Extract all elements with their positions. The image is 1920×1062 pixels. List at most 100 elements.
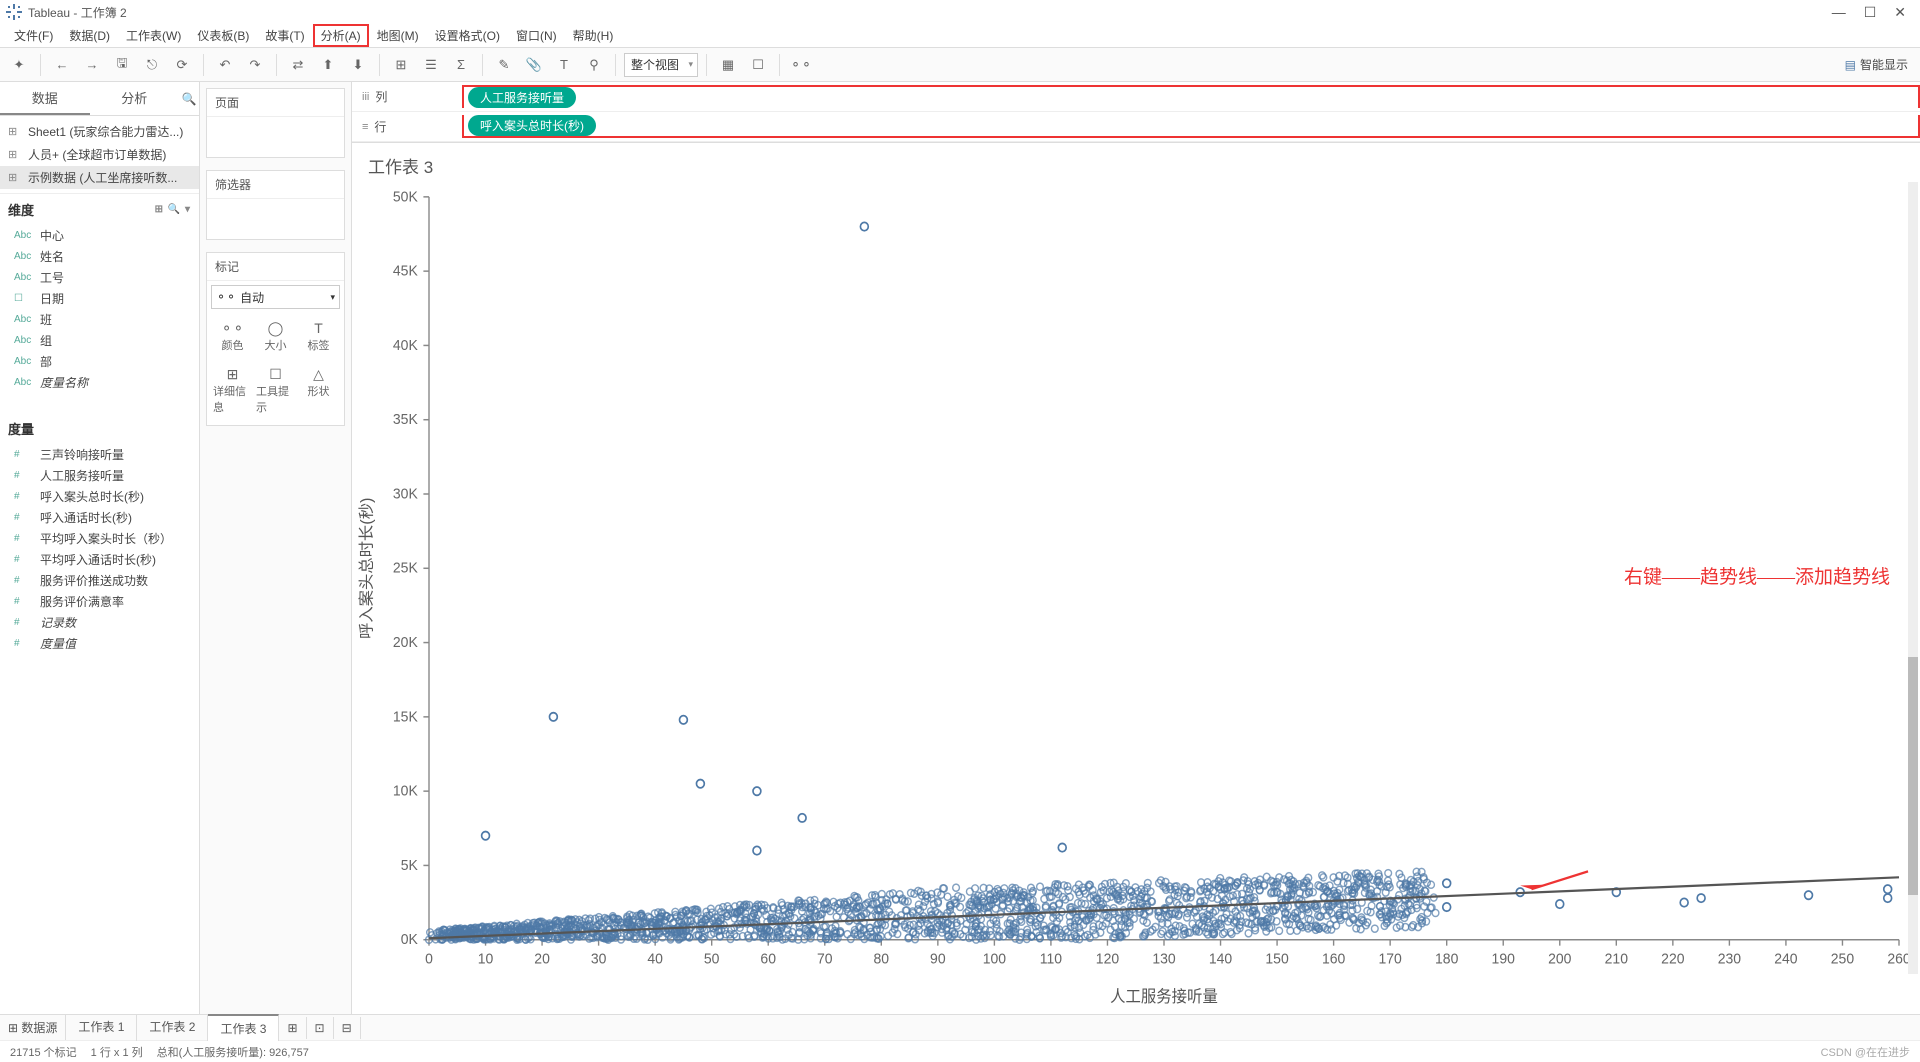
mark-type-combo[interactable]: ⚬⚬ 自动 (211, 285, 340, 309)
field-item[interactable]: #人工服务接听量 (0, 465, 199, 486)
datasource-item[interactable]: ⊞示例数据 (人工坐席接听数... (0, 166, 199, 189)
field-item[interactable]: Abc中心 (0, 225, 199, 246)
refresh-button[interactable]: ⟳ (169, 52, 195, 78)
field-item[interactable]: #服务评价满意率 (0, 591, 199, 612)
svg-text:0: 0 (425, 951, 433, 967)
rows-pill[interactable]: 呼入案头总时长(秒) (468, 115, 596, 136)
svg-text:210: 210 (1605, 951, 1628, 967)
field-item[interactable]: ☐日期 (0, 288, 199, 309)
close-button[interactable]: ✕ (1894, 4, 1906, 21)
mark-icon: △ (313, 365, 324, 383)
back-button[interactable]: ← (49, 52, 75, 78)
sort-asc-button[interactable]: ⬆ (315, 52, 341, 78)
datasource-tab[interactable]: ⊞ 数据源 (0, 1015, 66, 1040)
group-button[interactable]: ⊞ (388, 52, 414, 78)
pen-icon[interactable]: ✎ (491, 52, 517, 78)
new-story-button[interactable]: ⊟ (334, 1017, 361, 1039)
svg-text:45K: 45K (393, 263, 418, 279)
swap-button[interactable]: ⇄ (285, 52, 311, 78)
view-mode-combo[interactable]: 整个视图 (624, 53, 698, 77)
highlight-button[interactable]: ☰ (418, 52, 444, 78)
datasource-item[interactable]: ⊞Sheet1 (玩家综合能力雷达...) (0, 120, 199, 143)
field-type-icon: Abc (14, 335, 34, 346)
redo-button[interactable]: ↷ (242, 52, 268, 78)
field-item[interactable]: #记录数 (0, 612, 199, 633)
field-item[interactable]: #三声铃响接听量 (0, 444, 199, 465)
forward-button[interactable]: → (79, 52, 105, 78)
field-item[interactable]: #呼入通话时长(秒) (0, 507, 199, 528)
dimensions-options-icon[interactable]: ⊞ 🔍 ▾ (155, 204, 191, 215)
field-item[interactable]: Abc组 (0, 330, 199, 351)
viz-title[interactable]: 工作表 3 (352, 143, 1920, 182)
menu-item-4[interactable]: 故事(T) (257, 24, 312, 47)
new-dashboard-button[interactable]: ⊡ (307, 1017, 334, 1039)
field-type-icon: Abc (14, 377, 34, 388)
menu-item-1[interactable]: 数据(D) (61, 24, 118, 47)
sort-desc-button[interactable]: ⬇ (345, 52, 371, 78)
maximize-button[interactable]: ☐ (1864, 4, 1877, 21)
menu-item-2[interactable]: 工作表(W) (118, 24, 189, 47)
svg-text:70: 70 (817, 951, 833, 967)
mark-标签[interactable]: T标签 (297, 313, 340, 359)
mark-工具提示[interactable]: ☐工具提示 (254, 359, 297, 421)
show-me-button[interactable]: ▤ 智能显示 (1845, 56, 1914, 73)
field-item[interactable]: #度量值 (0, 633, 199, 654)
menubar: 文件(F)数据(D)工作表(W)仪表板(B)故事(T)分析(A)地图(M)设置格… (0, 24, 1920, 48)
field-item[interactable]: Abc工号 (0, 267, 199, 288)
new-worksheet-button[interactable]: ⊞ (279, 1017, 306, 1039)
tab-analysis[interactable]: 分析 (90, 82, 180, 115)
menu-item-9[interactable]: 帮助(H) (565, 24, 622, 47)
rows-shelf[interactable]: ≡行 呼入案头总时长(秒) (352, 112, 1920, 142)
field-type-icon: # (14, 638, 34, 649)
search-icon[interactable]: 🔍 (179, 82, 199, 115)
menu-item-8[interactable]: 窗口(N) (508, 24, 565, 47)
tableau-icon[interactable]: ✦ (6, 52, 32, 78)
svg-text:170: 170 (1378, 951, 1401, 967)
show-me-icon: ▤ (1845, 58, 1856, 72)
fixed-icon[interactable]: ⚲ (581, 52, 607, 78)
marks-card: 标记 ⚬⚬ 自动 ⚬⚬颜色◯大小T标签⊞详细信息☐工具提示△形状 (206, 252, 345, 426)
menu-item-6[interactable]: 地图(M) (369, 24, 427, 47)
field-item[interactable]: Abc姓名 (0, 246, 199, 267)
pin-icon[interactable]: 📎 (521, 52, 547, 78)
menu-item-7[interactable]: 设置格式(O) (427, 24, 508, 47)
presentation-button[interactable]: ▦ (715, 52, 741, 78)
chart-canvas[interactable]: 0K5K10K15K20K25K30K35K40K45K50K010203040… (352, 182, 1920, 1014)
mark-大小[interactable]: ◯大小 (254, 313, 297, 359)
sheet-tab[interactable]: 工作表 3 (208, 1014, 279, 1041)
label-icon[interactable]: T (551, 52, 577, 78)
tableau-logo-icon (6, 4, 22, 20)
sheet-tab[interactable]: 工作表 1 (66, 1014, 137, 1041)
vertical-scrollbar[interactable] (1908, 182, 1918, 974)
share-icon[interactable]: ⚬⚬ (788, 52, 814, 78)
columns-pill[interactable]: 人工服务接听量 (468, 87, 576, 108)
menu-item-0[interactable]: 文件(F) (6, 24, 61, 47)
mark-颜色[interactable]: ⚬⚬颜色 (211, 313, 254, 359)
minimize-button[interactable]: — (1832, 4, 1846, 21)
statusbar: 21715 个标记 1 行 x 1 列 总和(人工服务接听量): 926,757… (0, 1040, 1920, 1062)
mark-形状[interactable]: △形状 (297, 359, 340, 421)
menu-item-5[interactable]: 分析(A) (313, 24, 369, 47)
svg-text:35K: 35K (393, 412, 418, 428)
svg-text:160: 160 (1322, 951, 1345, 967)
columns-shelf[interactable]: iii列 人工服务接听量 (352, 82, 1920, 112)
field-item[interactable]: #平均呼入通话时长(秒) (0, 549, 199, 570)
mark-详细信息[interactable]: ⊞详细信息 (211, 359, 254, 421)
totals-button[interactable]: Σ (448, 52, 474, 78)
save-button[interactable]: 🖫 (109, 52, 135, 78)
tab-data[interactable]: 数据 (0, 82, 90, 115)
field-item[interactable]: Abc部 (0, 351, 199, 372)
field-item[interactable]: #呼入案头总时长(秒) (0, 486, 199, 507)
field-item[interactable]: Abc班 (0, 309, 199, 330)
field-item[interactable]: Abc度量名称 (0, 372, 199, 393)
svg-text:200: 200 (1548, 951, 1571, 967)
field-item[interactable]: #服务评价推送成功数 (0, 570, 199, 591)
undo-button[interactable]: ↶ (212, 52, 238, 78)
new-datasource-button[interactable]: ⎋ (139, 52, 165, 78)
device-button[interactable]: ☐ (745, 52, 771, 78)
field-item[interactable]: #平均呼入案头时长（秒） (0, 528, 199, 549)
pages-card: 页面 (206, 88, 345, 158)
sheet-tab[interactable]: 工作表 2 (137, 1014, 208, 1041)
datasource-item[interactable]: ⊞人员+ (全球超市订单数据) (0, 143, 199, 166)
menu-item-3[interactable]: 仪表板(B) (189, 24, 257, 47)
